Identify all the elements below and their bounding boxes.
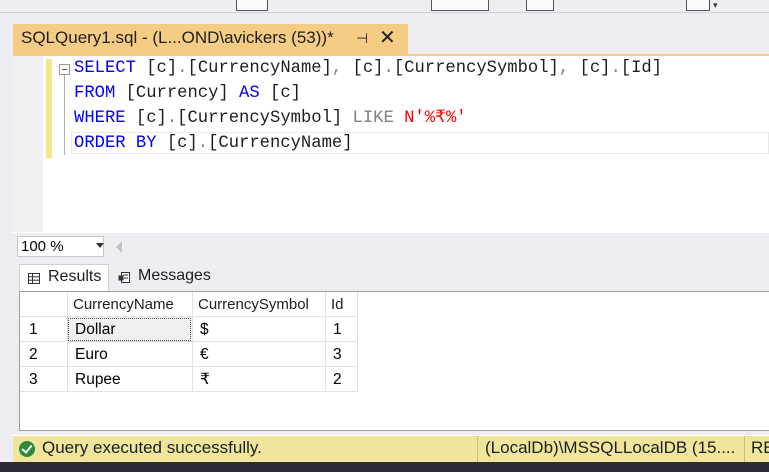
status-message: Query executed successfully. (42, 438, 262, 457)
code-token: [CurrencyName] (208, 134, 353, 153)
code-token: [c] (342, 59, 384, 78)
code-token: FROM (74, 84, 116, 103)
column-header[interactable]: CurrencyName (67, 292, 192, 317)
messages-icon (118, 272, 130, 283)
code-line-3[interactable]: WHERE [c].[CurrencySymbol] LIKE N'%₹%' (74, 108, 467, 130)
row-number[interactable]: 3 (20, 367, 67, 392)
tab-results[interactable]: Results (19, 264, 109, 292)
left-margin (0, 13, 13, 462)
grid-cell[interactable]: 3 (325, 342, 357, 367)
zoom-value: 100 % (21, 238, 64, 255)
toolbar: ▾ (0, 0, 769, 13)
code-token: , (331, 59, 343, 78)
code-token: [c] (569, 59, 611, 78)
code-token: [CurrencySymbol] (393, 59, 559, 78)
status-divider (744, 436, 745, 462)
zoom-bar: 100 % (13, 233, 769, 260)
code-token: SELECT (74, 59, 136, 78)
tab-messages-label: Messages (138, 267, 211, 284)
code-token: . (166, 109, 178, 128)
outline-line (64, 75, 65, 155)
toolbar-button[interactable] (526, 0, 554, 11)
code-token: [c] (259, 84, 301, 103)
code-token: LIKE (352, 109, 394, 128)
code-token: [Id] (620, 59, 663, 78)
results-grid[interactable]: CurrencyName CurrencySymbol Id 1 Dollar $1 2 Eu… (19, 291, 769, 431)
grid-line (192, 292, 193, 392)
code-token: [CurrencyName] (187, 59, 332, 78)
code-token: WHERE (74, 109, 126, 128)
collapse-icon[interactable] (59, 64, 70, 75)
server-name: (LocalDb)\MSSQLLocalDB (15.... (485, 438, 736, 457)
sql-editor[interactable]: SELECT [c].[CurrencyName], [c].[Currency… (13, 56, 769, 232)
grid-cell[interactable]: $ (192, 317, 325, 342)
grid-line (325, 292, 326, 392)
tab-title: SQLQuery1.sql - (L...OND\avickers (53))* (21, 28, 334, 47)
grid-line (20, 391, 357, 392)
code-token: ORDER BY (74, 134, 157, 153)
code-token: [c] (146, 59, 178, 78)
toolbar-button[interactable] (686, 0, 710, 11)
code-line-4[interactable]: ORDER BY [c].[CurrencyName] (74, 133, 353, 155)
toolbar-button-group[interactable] (431, 0, 489, 11)
grid-line (67, 292, 68, 392)
editor-gutter (13, 56, 43, 232)
zoom-dropdown[interactable]: 100 % (17, 236, 104, 257)
row-number[interactable]: 2 (20, 342, 67, 367)
tab-messages[interactable]: Messages (110, 264, 211, 291)
success-check-icon (19, 441, 35, 457)
status-bar: Query executed successfully. (LocalDb)\M… (13, 436, 769, 462)
code-token: . (610, 59, 621, 78)
chevron-down-icon[interactable] (96, 243, 104, 248)
status-next-field: RE (751, 438, 769, 457)
document-tab[interactable]: SQLQuery1.sql - (L...OND\avickers (53))*… (13, 24, 408, 54)
tab-results-label: Results (48, 268, 102, 285)
column-header[interactable]: CurrencySymbol (192, 292, 325, 317)
close-icon[interactable]: ✕ (379, 25, 396, 50)
code-token: . (383, 59, 394, 78)
grid-cell[interactable]: Euro (67, 342, 192, 367)
pin-icon[interactable]: ⊣ (356, 30, 368, 47)
status-divider (477, 436, 478, 462)
chevron-down-icon[interactable]: ▾ (713, 1, 718, 10)
taskbar-edge (0, 462, 769, 472)
grid-cell[interactable]: 2 (325, 367, 357, 392)
scroll-left-icon[interactable] (116, 241, 122, 253)
code-token: , (558, 59, 570, 78)
code-token: [CurrencySymbol] (177, 109, 353, 128)
code-token: [Currency] (115, 84, 240, 103)
code-line-2[interactable]: FROM [Currency] AS [c] (74, 83, 301, 105)
grid-cell[interactable]: 1 (325, 317, 357, 342)
code-token: AS (239, 84, 260, 103)
grid-cell[interactable]: Rupee (67, 367, 192, 392)
grid-icon (28, 273, 40, 284)
code-line-1[interactable]: SELECT [c].[CurrencyName], [c].[Currency… (74, 58, 662, 80)
grid-line (20, 366, 357, 367)
grid-cell[interactable]: ₹ (192, 367, 325, 392)
code-token: [c] (156, 134, 198, 153)
code-token: . (197, 134, 209, 153)
code-token: N'%₹%' (404, 109, 467, 128)
code-token: . (177, 59, 188, 78)
selected-cell-outline (67, 317, 192, 342)
grid-line (357, 292, 358, 392)
code-token: [c] (125, 109, 167, 128)
column-header[interactable]: Id (325, 292, 357, 317)
grid-cell[interactable]: € (192, 342, 325, 367)
row-number[interactable]: 1 (20, 317, 67, 342)
toolbar-button[interactable] (236, 0, 268, 11)
change-indicator (46, 59, 52, 158)
